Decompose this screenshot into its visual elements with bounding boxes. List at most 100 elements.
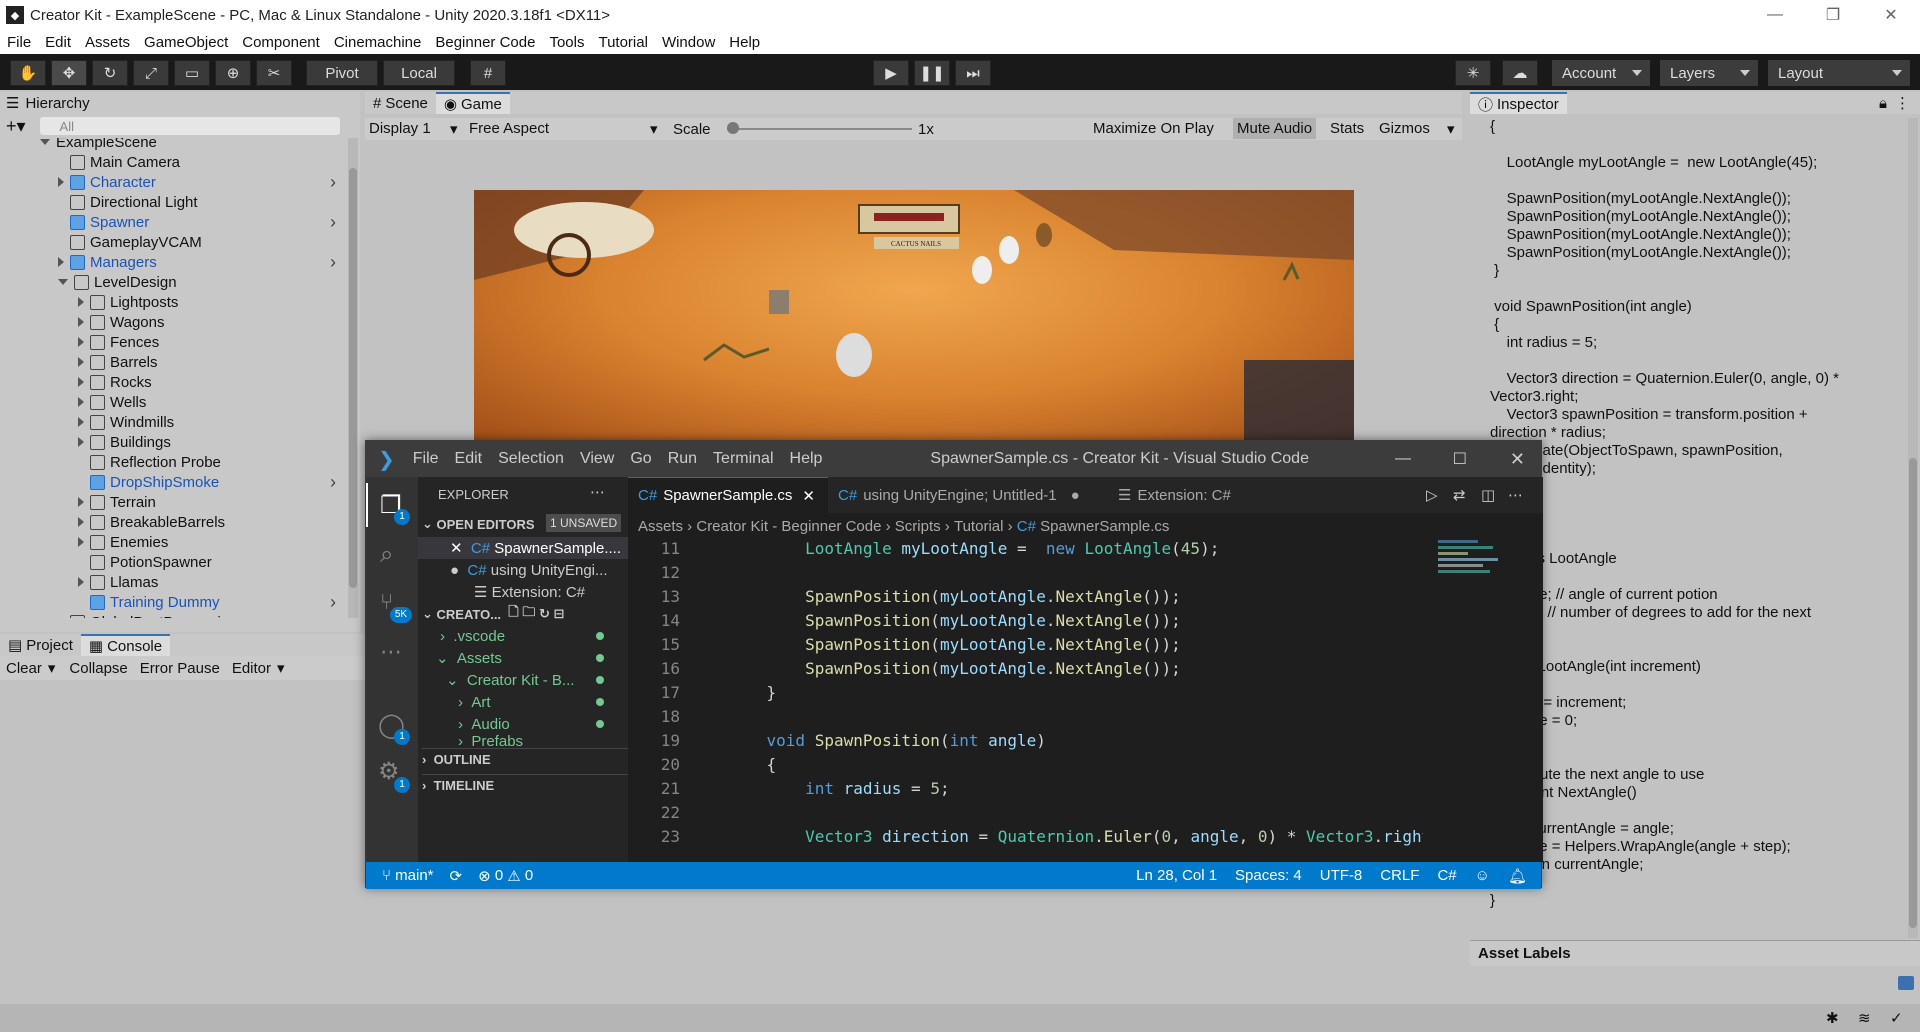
more-views-icon[interactable]: ⋯ bbox=[380, 639, 402, 665]
code-line[interactable]: 15 SpawnPosition(myLootAngle.NextAngle()… bbox=[628, 633, 1181, 657]
layers-stack-icon[interactable]: ≋ bbox=[1858, 1009, 1871, 1027]
hierarchy-item[interactable]: Character bbox=[58, 172, 156, 192]
hierarchy-item[interactable]: Lightposts bbox=[78, 292, 178, 312]
inspector-scrollbar[interactable] bbox=[1908, 118, 1918, 938]
code-line[interactable]: 17 } bbox=[628, 681, 776, 705]
errors-count[interactable]: 0 bbox=[495, 867, 503, 884]
breadcrumb-assets[interactable]: Assets bbox=[638, 518, 683, 535]
more-icon[interactable]: ⋮ bbox=[1895, 94, 1910, 112]
menu-tools[interactable]: Tools bbox=[542, 34, 591, 51]
hierarchy-item[interactable]: PotionSpawner bbox=[78, 552, 212, 572]
breadcrumb-creator-kit[interactable]: Creator Kit - Beginner Code bbox=[696, 518, 881, 535]
code-line[interactable]: 11 LootAngle myLootAngle = new LootAngle… bbox=[628, 537, 1220, 561]
stats-toggle[interactable]: Stats bbox=[1330, 120, 1364, 137]
menu-component[interactable]: Component bbox=[235, 34, 327, 51]
sync-icon[interactable]: ⟳ bbox=[450, 867, 463, 885]
code-line[interactable]: 21 int radius = 5; bbox=[628, 777, 950, 801]
code-line[interactable]: 19 void SpawnPosition(int angle) bbox=[628, 729, 1046, 753]
pivot-toggle[interactable]: Pivot bbox=[306, 60, 378, 86]
scene-root[interactable]: ExampleScene bbox=[40, 138, 157, 152]
editor-more-icon[interactable]: ⋯ bbox=[1498, 477, 1533, 513]
play-button[interactable]: ▶ bbox=[873, 60, 909, 86]
vs-menu-edit[interactable]: Edit bbox=[447, 450, 491, 468]
tree-art[interactable]: › Art bbox=[458, 691, 491, 713]
hierarchy-item[interactable]: Managers bbox=[58, 252, 157, 272]
layers-dropdown[interactable]: Layers bbox=[1660, 60, 1758, 86]
game-render[interactable]: CACTUS NAILS bbox=[474, 190, 1354, 440]
menu-cinemachine[interactable]: Cinemachine bbox=[327, 34, 429, 51]
minimize-button[interactable]: — bbox=[1746, 0, 1804, 30]
expand-arrow-icon[interactable] bbox=[58, 177, 64, 187]
vs-minimize-button[interactable]: — bbox=[1395, 450, 1411, 468]
scale-slider[interactable] bbox=[727, 128, 912, 130]
collapse-button[interactable]: Collapse bbox=[63, 660, 133, 677]
expand-arrow-icon[interactable] bbox=[58, 279, 68, 285]
tab-inspector[interactable]: ⓘ Inspector bbox=[1470, 92, 1567, 114]
gizmos-toggle[interactable]: Gizmos bbox=[1379, 120, 1430, 137]
open-editor-spawner[interactable]: ✕ C# SpawnerSample.... bbox=[418, 537, 628, 559]
collab-icon[interactable]: ✳ bbox=[1455, 60, 1491, 86]
check-icon[interactable]: ✓ bbox=[1890, 1009, 1903, 1027]
tree-vscode[interactable]: › .vscode bbox=[440, 625, 505, 647]
hierarchy-item[interactable]: GlobalPostProcessing bbox=[58, 612, 238, 618]
expand-arrow-icon[interactable] bbox=[78, 437, 84, 447]
hierarchy-item[interactable]: Spawner bbox=[58, 212, 149, 232]
expand-arrow-icon[interactable] bbox=[78, 377, 84, 387]
hierarchy-item[interactable]: Fences bbox=[78, 332, 159, 352]
tab-game[interactable]: ◉ Game bbox=[435, 92, 510, 114]
expand-arrow-icon[interactable] bbox=[78, 497, 84, 507]
pause-button[interactable]: ❚❚ bbox=[914, 60, 950, 86]
breadcrumb-scripts[interactable]: Scripts bbox=[895, 518, 941, 535]
tree-audio[interactable]: › Audio bbox=[458, 713, 510, 735]
hierarchy-item[interactable]: Rocks bbox=[78, 372, 152, 392]
branch-label[interactable]: main* bbox=[395, 867, 433, 884]
expand-arrow-icon[interactable] bbox=[78, 577, 84, 587]
tree-prefabs[interactable]: › Prefabs bbox=[458, 735, 523, 747]
error-pause-button[interactable]: Error Pause bbox=[134, 660, 226, 677]
tab-project[interactable]: ▤ Project bbox=[0, 634, 81, 656]
layout-dropdown[interactable]: Layout bbox=[1768, 60, 1910, 86]
explorer-more-icon[interactable]: ⋯ bbox=[590, 481, 605, 503]
search-icon[interactable]: ⌕ bbox=[380, 541, 393, 569]
code-line[interactable]: 20 { bbox=[628, 753, 776, 777]
rotate-tool-icon[interactable]: ↻ bbox=[92, 60, 128, 86]
grid-snap-icon[interactable]: # bbox=[470, 60, 506, 86]
vs-menu-run[interactable]: Run bbox=[660, 450, 705, 468]
breadcrumb-file[interactable]: SpawnerSample.cs bbox=[1040, 518, 1169, 535]
tree-creator-kit[interactable]: ⌄ Creator Kit - B... bbox=[446, 669, 574, 691]
indentation[interactable]: Spaces: 4 bbox=[1235, 867, 1302, 884]
hierarchy-item[interactable]: Llamas bbox=[78, 572, 158, 592]
vs-menu-selection[interactable]: Selection bbox=[490, 450, 572, 468]
expand-arrow-icon[interactable] bbox=[78, 317, 84, 327]
expand-arrow-icon[interactable] bbox=[78, 417, 84, 427]
expand-arrow-icon[interactable] bbox=[78, 537, 84, 547]
scale-tool-icon[interactable]: ⤢ bbox=[133, 60, 169, 86]
notifications-icon[interactable]: 🔔︎ bbox=[1508, 867, 1527, 885]
tab-console[interactable]: ▦ Console bbox=[80, 634, 171, 656]
code-line[interactable]: 14 SpawnPosition(myLootAngle.NextAngle()… bbox=[628, 609, 1181, 633]
maximize-on-play-toggle[interactable]: Maximize On Play bbox=[1093, 120, 1214, 137]
mute-audio-toggle[interactable]: Mute Audio bbox=[1233, 118, 1317, 139]
feedback-icon[interactable]: ☺ bbox=[1475, 867, 1490, 884]
open-prefab-chevron-icon[interactable]: › bbox=[330, 252, 336, 272]
open-editor-extension[interactable]: ☰ Extension: C# bbox=[474, 581, 585, 603]
asset-labels-header[interactable]: Asset Labels bbox=[1470, 940, 1920, 966]
move-tool-icon[interactable]: ✥ bbox=[51, 60, 87, 86]
warnings-count[interactable]: 0 bbox=[525, 867, 533, 884]
open-prefab-chevron-icon[interactable]: › bbox=[330, 472, 336, 492]
expand-arrow-icon[interactable] bbox=[78, 397, 84, 407]
outline-header[interactable]: › OUTLINE bbox=[422, 748, 628, 770]
vs-menu-go[interactable]: Go bbox=[622, 450, 659, 468]
vs-close-button[interactable]: ✕ bbox=[1510, 449, 1525, 470]
scale-slider-handle[interactable] bbox=[727, 122, 739, 134]
hand-tool-icon[interactable]: ✋ bbox=[10, 60, 46, 86]
encoding[interactable]: UTF-8 bbox=[1320, 867, 1363, 884]
account-dropdown[interactable]: Account bbox=[1552, 60, 1650, 86]
cloud-icon[interactable]: ☁ bbox=[1502, 60, 1538, 86]
expand-arrow-icon[interactable] bbox=[78, 517, 84, 527]
open-editor-untitled[interactable]: ● C# using UnityEngi... bbox=[450, 559, 608, 581]
aspect-dropdown[interactable]: Free Aspect bbox=[469, 120, 549, 137]
tree-assets[interactable]: ⌄ Assets bbox=[436, 647, 502, 669]
close-button[interactable]: ✕ bbox=[1862, 0, 1920, 30]
cursor-position[interactable]: Ln 28, Col 1 bbox=[1136, 867, 1217, 884]
